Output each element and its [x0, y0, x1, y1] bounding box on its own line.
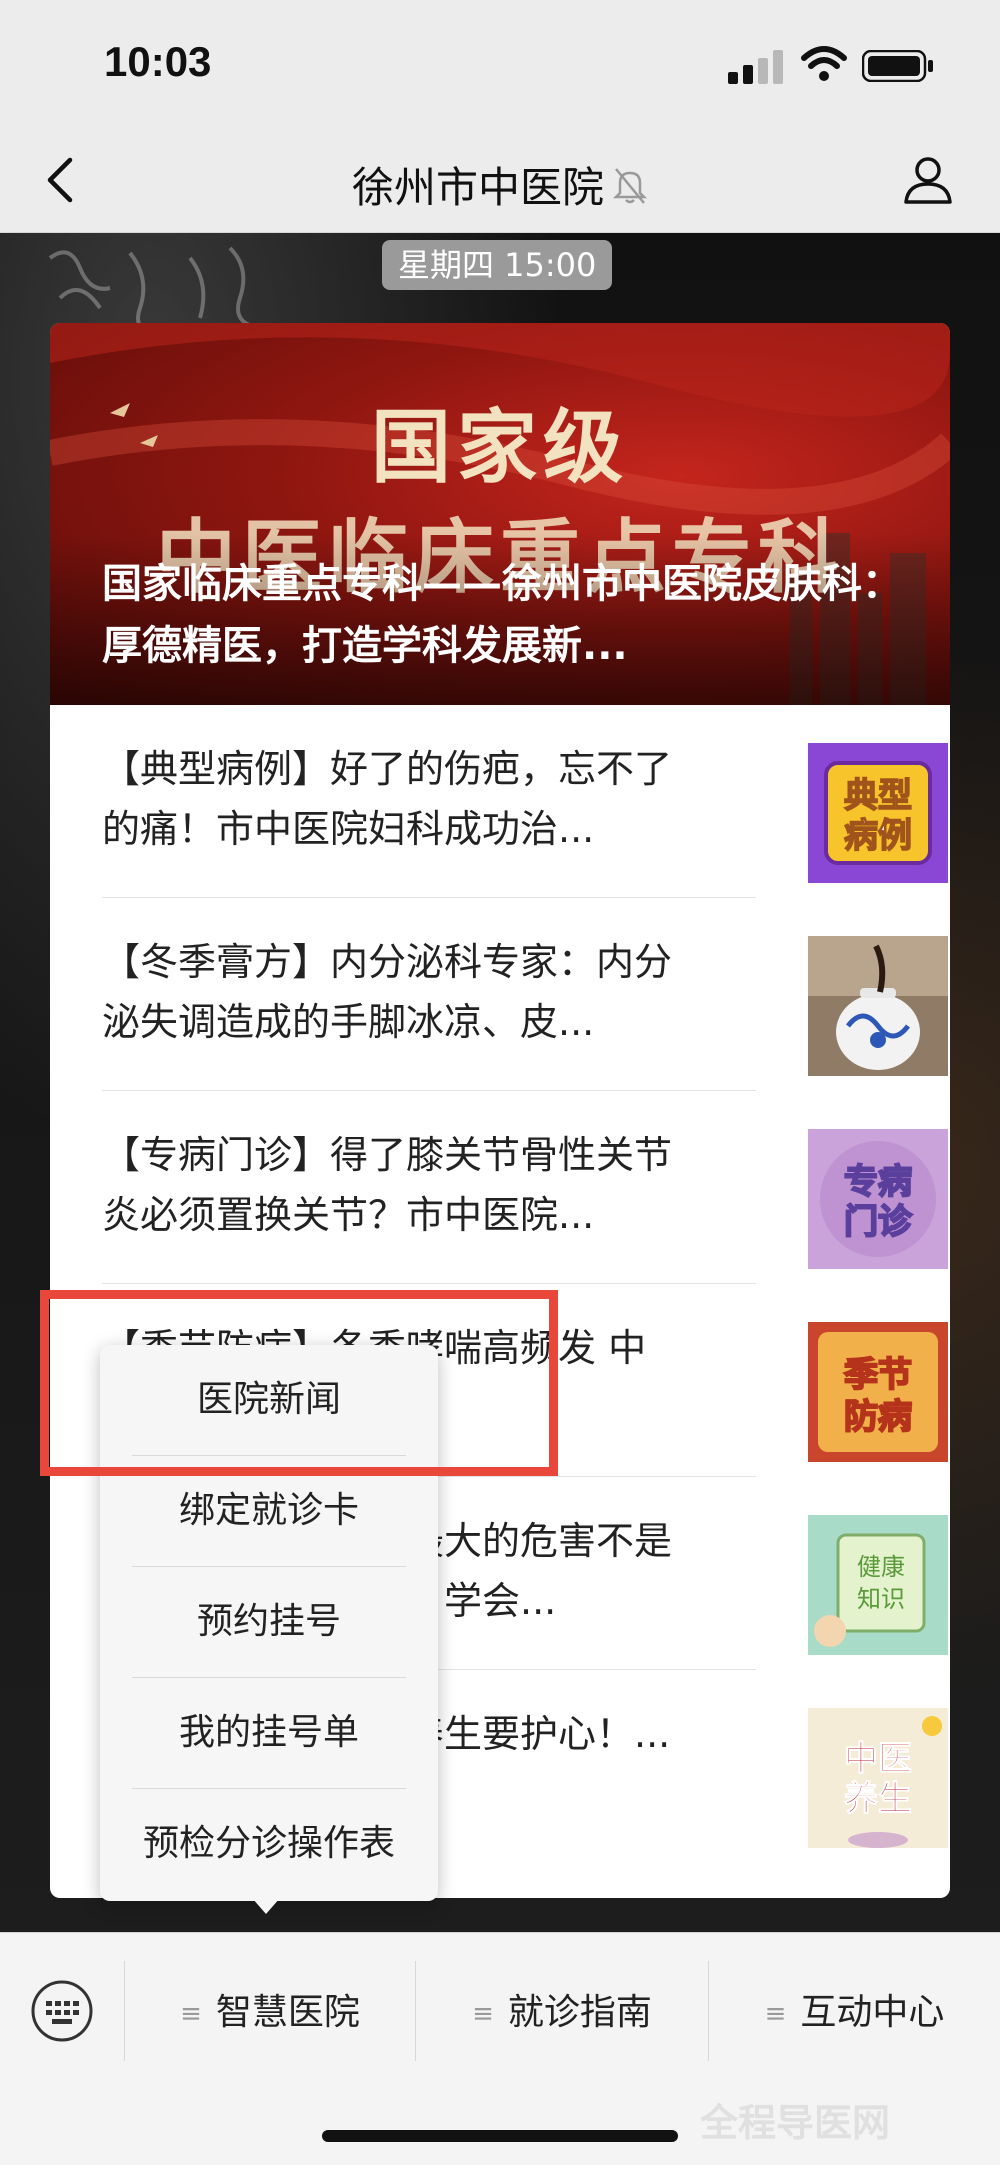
page-title: 徐州市中医院 — [0, 154, 1000, 215]
profile-icon[interactable] — [900, 152, 956, 208]
tab-label: 智慧医院 — [215, 1992, 360, 2033]
nav-bar: 徐州市中医院 — [0, 130, 1000, 233]
highlight-annotation — [40, 1290, 558, 1476]
banner-caption: 国家临床重点专科——徐州市中医院皮肤科：厚德精医，打造学科发展新... — [102, 561, 902, 669]
menu-lines-icon: ≡ — [472, 1999, 494, 2029]
typical-case-thumbnail: 典型 病例 — [808, 743, 948, 883]
svg-text:病例: 病例 — [844, 816, 912, 856]
svg-text:专病: 专病 — [844, 1162, 912, 1202]
home-indicator[interactable] — [322, 2130, 678, 2142]
menu-item-triage-sheet[interactable]: 预检分诊操作表 — [132, 1789, 406, 1899]
battery-icon — [862, 50, 933, 82]
keyboard-icon[interactable] — [30, 1979, 94, 2043]
article-title: 【典型病例】好了的伤疤，忘不了的痛！市中医院妇科成功治... — [102, 747, 673, 851]
cellular-signal-icon — [728, 50, 783, 84]
mute-notification-icon — [612, 167, 648, 204]
menu-lines-icon: ≡ — [180, 1999, 202, 2029]
menu-lines-icon: ≡ — [764, 1999, 787, 2029]
herbal-paste-jar-thumbnail — [808, 936, 948, 1076]
tab-visit-guide[interactable]: ≡ 就诊指南 — [416, 1973, 708, 2053]
health-knowledge-thumbnail: 健康 知识 — [808, 1515, 948, 1655]
article-thumbnail: 典型 病例 — [808, 743, 948, 883]
specialty-clinic-thumbnail: 专病 门诊 — [808, 1129, 948, 1269]
tcm-wellness-thumbnail: 中医 养生 — [808, 1708, 948, 1848]
article-title: 【专病门诊】得了膝关节骨性关节炎必须置换关节？市中医院... — [102, 1133, 673, 1237]
svg-text:养生: 养生 — [844, 1779, 912, 1819]
article-row[interactable]: 【典型病例】好了的伤疤，忘不了的痛！市中医院妇科成功治... 典型 病例 — [102, 705, 950, 898]
banner-article[interactable]: 国家级 中医临床重点专科 国家临床重点专科——徐州市中医院皮肤科：厚德精医，打造… — [50, 323, 950, 705]
menu-item-appointment[interactable]: 预约挂号 — [132, 1567, 406, 1677]
article-title: 【冬季膏方】内分泌科专家：内分泌失调造成的手脚冰凉、皮... — [102, 940, 673, 1044]
svg-text:知识: 知识 — [857, 1585, 905, 1613]
tab-label: 互动中心 — [800, 1992, 945, 2033]
status-bar: 10:03 — [0, 0, 1000, 130]
watermark: 全程导医网 — [700, 2101, 891, 2145]
tab-smart-hospital[interactable]: ≡ 智慧医院 — [125, 1973, 415, 2053]
account-name: 徐州市中医院 — [351, 163, 604, 212]
banner-heading: 国家级 — [371, 400, 629, 494]
svg-text:中医: 中医 — [844, 1739, 912, 1779]
seasonal-prevention-thumbnail: 季节 防病 — [808, 1322, 948, 1462]
article-row[interactable]: 【专病门诊】得了膝关节骨性关节炎必须置换关节？市中医院... 专病 门诊 — [102, 1091, 950, 1284]
article-thumbnail: 季节 防病 — [808, 1322, 948, 1462]
svg-text:防病: 防病 — [844, 1397, 912, 1437]
tab-label: 就诊指南 — [507, 1992, 652, 2033]
wifi-icon — [801, 46, 847, 81]
popup-arrow — [252, 1898, 280, 1914]
svg-text:典型: 典型 — [844, 776, 912, 816]
svg-text:季节: 季节 — [844, 1355, 912, 1395]
status-time: 10:03 — [104, 38, 212, 85]
tab-interaction-center[interactable]: ≡ 互动中心 — [709, 1973, 1000, 2053]
article-thumbnail — [808, 936, 948, 1076]
article-thumbnail: 中医 养生 — [808, 1708, 948, 1848]
menu-item-my-appointments[interactable]: 我的挂号单 — [132, 1678, 406, 1788]
article-thumbnail: 专病 门诊 — [808, 1129, 948, 1269]
article-thumbnail: 健康 知识 — [808, 1515, 948, 1655]
svg-text:健康: 健康 — [857, 1553, 905, 1581]
svg-text:门诊: 门诊 — [844, 1202, 913, 1242]
article-row[interactable]: 【冬季膏方】内分泌科专家：内分泌失调造成的手脚冰凉、皮... — [102, 898, 950, 1091]
message-timestamp: 星期四 15:00 — [382, 240, 613, 290]
